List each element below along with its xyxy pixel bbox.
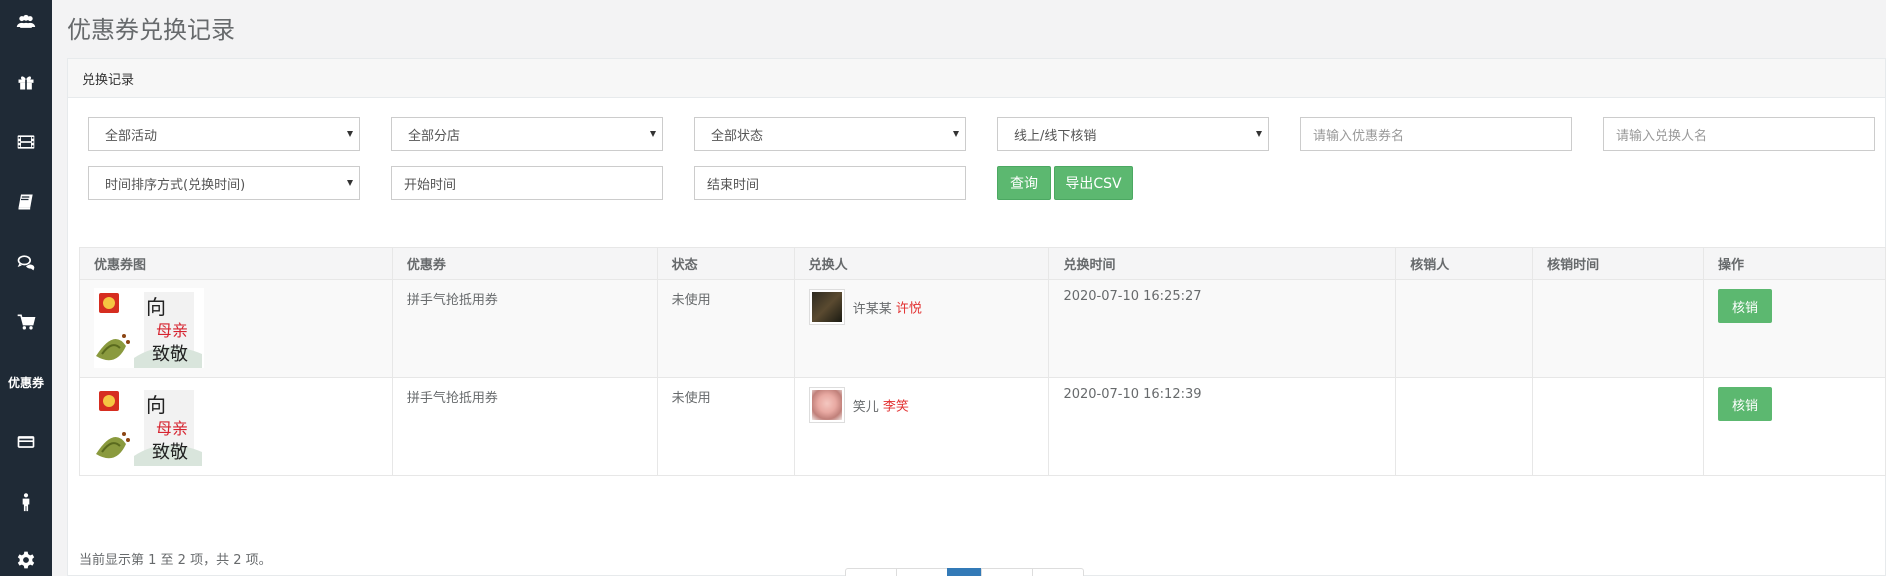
export-csv-button[interactable]: 导出CSV	[1054, 166, 1133, 200]
verify-mode-select[interactable]: 线上/线下核销	[997, 117, 1269, 151]
book-icon[interactable]	[0, 182, 52, 222]
page-next[interactable]: 下页	[981, 568, 1034, 576]
verifier-cell	[1395, 279, 1534, 378]
sidebar-item-coupon[interactable]: 优惠券	[0, 362, 52, 402]
redeemer-name-input[interactable]: 请输入兑换人名	[1603, 117, 1875, 151]
page-prev[interactable]: 上页	[896, 568, 949, 576]
records-panel: 兑换记录 全部活动 全部分店 全部状态 线上/线下核销 请输入优惠券名 请输入兑…	[67, 58, 1886, 576]
sidebar: 优惠券	[0, 0, 52, 576]
page-current[interactable]: 1	[947, 568, 983, 576]
col-redeem-time: 兑换时间	[1048, 247, 1397, 280]
chevron-down-icon	[953, 131, 959, 137]
verify-time-cell	[1532, 377, 1705, 476]
avatar	[808, 289, 845, 325]
coupon-image: 向 母亲 致敬	[94, 288, 204, 368]
query-button[interactable]: 查询	[997, 166, 1051, 200]
coupon-image-cell: 向 母亲 致敬	[79, 279, 393, 378]
svg-text:母亲: 母亲	[156, 419, 188, 438]
svg-text:致敬: 致敬	[152, 442, 188, 463]
coupon-name-input[interactable]: 请输入优惠券名	[1300, 117, 1572, 151]
end-time-input[interactable]: 结束时间	[694, 166, 966, 200]
coupon-image: 向 母亲 致敬	[94, 386, 204, 466]
svg-text:向: 向	[146, 393, 166, 417]
activity-select-value: 全部活动	[105, 128, 158, 144]
avatar	[808, 387, 845, 423]
table-row: 向 母亲 致敬 拼手气抢抵用券 未使用 笑儿 李笑 2020-07-10 16:…	[79, 377, 1886, 476]
col-verifier: 核销人	[1395, 247, 1534, 280]
col-redeemer: 兑换人	[793, 247, 1050, 280]
table-header-row: 优惠券图 优惠券 状态 兑换人 兑换时间 核销人 核销时间 操作	[79, 247, 1886, 280]
coupon-image-cell: 向 母亲 致敬	[79, 377, 393, 476]
activity-select[interactable]: 全部活动	[88, 117, 360, 151]
redeem-time-cell: 2020-07-10 16:25:27	[1048, 279, 1397, 378]
table-row: 向 母亲 致敬 拼手气抢抵用券 未使用 许某某 许悦 2020-07-10 16…	[79, 279, 1886, 378]
start-time-input[interactable]: 开始时间	[391, 166, 663, 200]
svg-text:向: 向	[146, 295, 166, 319]
credit-card-icon[interactable]	[0, 422, 52, 462]
chevron-down-icon	[1256, 131, 1262, 137]
page-title: 优惠券兑换记录	[67, 16, 235, 44]
users-icon[interactable]	[0, 2, 52, 42]
chevron-down-icon	[347, 131, 353, 137]
person-icon[interactable]	[0, 482, 52, 522]
action-cell: 核销	[1703, 377, 1886, 476]
verify-mode-select-value: 线上/线下核销	[1014, 128, 1097, 144]
user-real-name: 许悦	[895, 301, 922, 317]
svg-text:母亲: 母亲	[156, 321, 188, 340]
col-action: 操作	[1703, 247, 1886, 280]
status-select[interactable]: 全部状态	[694, 117, 966, 151]
gear-icon[interactable]	[0, 540, 52, 576]
pagination: 首页 上页 1 下页 末页	[845, 568, 1085, 576]
chevron-down-icon	[347, 180, 353, 186]
coupon-cell: 拼手气抢抵用券	[391, 377, 658, 476]
verify-time-cell	[1532, 279, 1705, 378]
redeemer-cell: 笑儿 李笑	[793, 377, 1050, 476]
store-select-value: 全部分店	[408, 128, 461, 144]
page-last[interactable]: 末页	[1032, 568, 1085, 576]
cart-icon[interactable]	[0, 302, 52, 342]
film-icon[interactable]	[0, 122, 52, 162]
gift-icon[interactable]	[0, 62, 52, 102]
page-first[interactable]: 首页	[845, 568, 898, 576]
col-verify-time: 核销时间	[1532, 247, 1705, 280]
svg-text:致敬: 致敬	[152, 344, 188, 365]
col-coupon-image: 优惠券图	[79, 247, 393, 280]
verifier-cell	[1395, 377, 1534, 476]
status-cell: 未使用	[656, 279, 795, 378]
verify-button[interactable]: 核销	[1718, 387, 1773, 421]
redeem-time-cell: 2020-07-10 16:12:39	[1048, 377, 1397, 476]
col-status: 状态	[656, 247, 795, 280]
action-cell: 核销	[1703, 279, 1886, 378]
user-nickname: 笑儿	[852, 399, 879, 415]
status-select-value: 全部状态	[711, 128, 764, 144]
comments-icon[interactable]	[0, 242, 52, 282]
redeemer-cell: 许某某 许悦	[793, 279, 1050, 378]
records-table: 优惠券图 优惠券 状态 兑换人 兑换时间 核销人 核销时间 操作 向 母亲 致敬…	[79, 247, 1886, 476]
user-real-name: 李笑	[882, 399, 909, 415]
coupon-cell: 拼手气抢抵用券	[391, 279, 658, 378]
pagination-info: 当前显示第 1 至 2 项，共 2 项。	[79, 553, 272, 568]
verify-button[interactable]: 核销	[1718, 289, 1773, 323]
status-cell: 未使用	[656, 377, 795, 476]
user-nickname: 许某某	[852, 301, 892, 317]
store-select[interactable]: 全部分店	[391, 117, 663, 151]
panel-title: 兑换记录	[68, 59, 1885, 98]
sort-select[interactable]: 时间排序方式(兑换时间)	[88, 166, 360, 200]
chevron-down-icon	[650, 131, 656, 137]
sort-select-value: 时间排序方式(兑换时间)	[105, 177, 246, 193]
col-coupon: 优惠券	[391, 247, 658, 280]
